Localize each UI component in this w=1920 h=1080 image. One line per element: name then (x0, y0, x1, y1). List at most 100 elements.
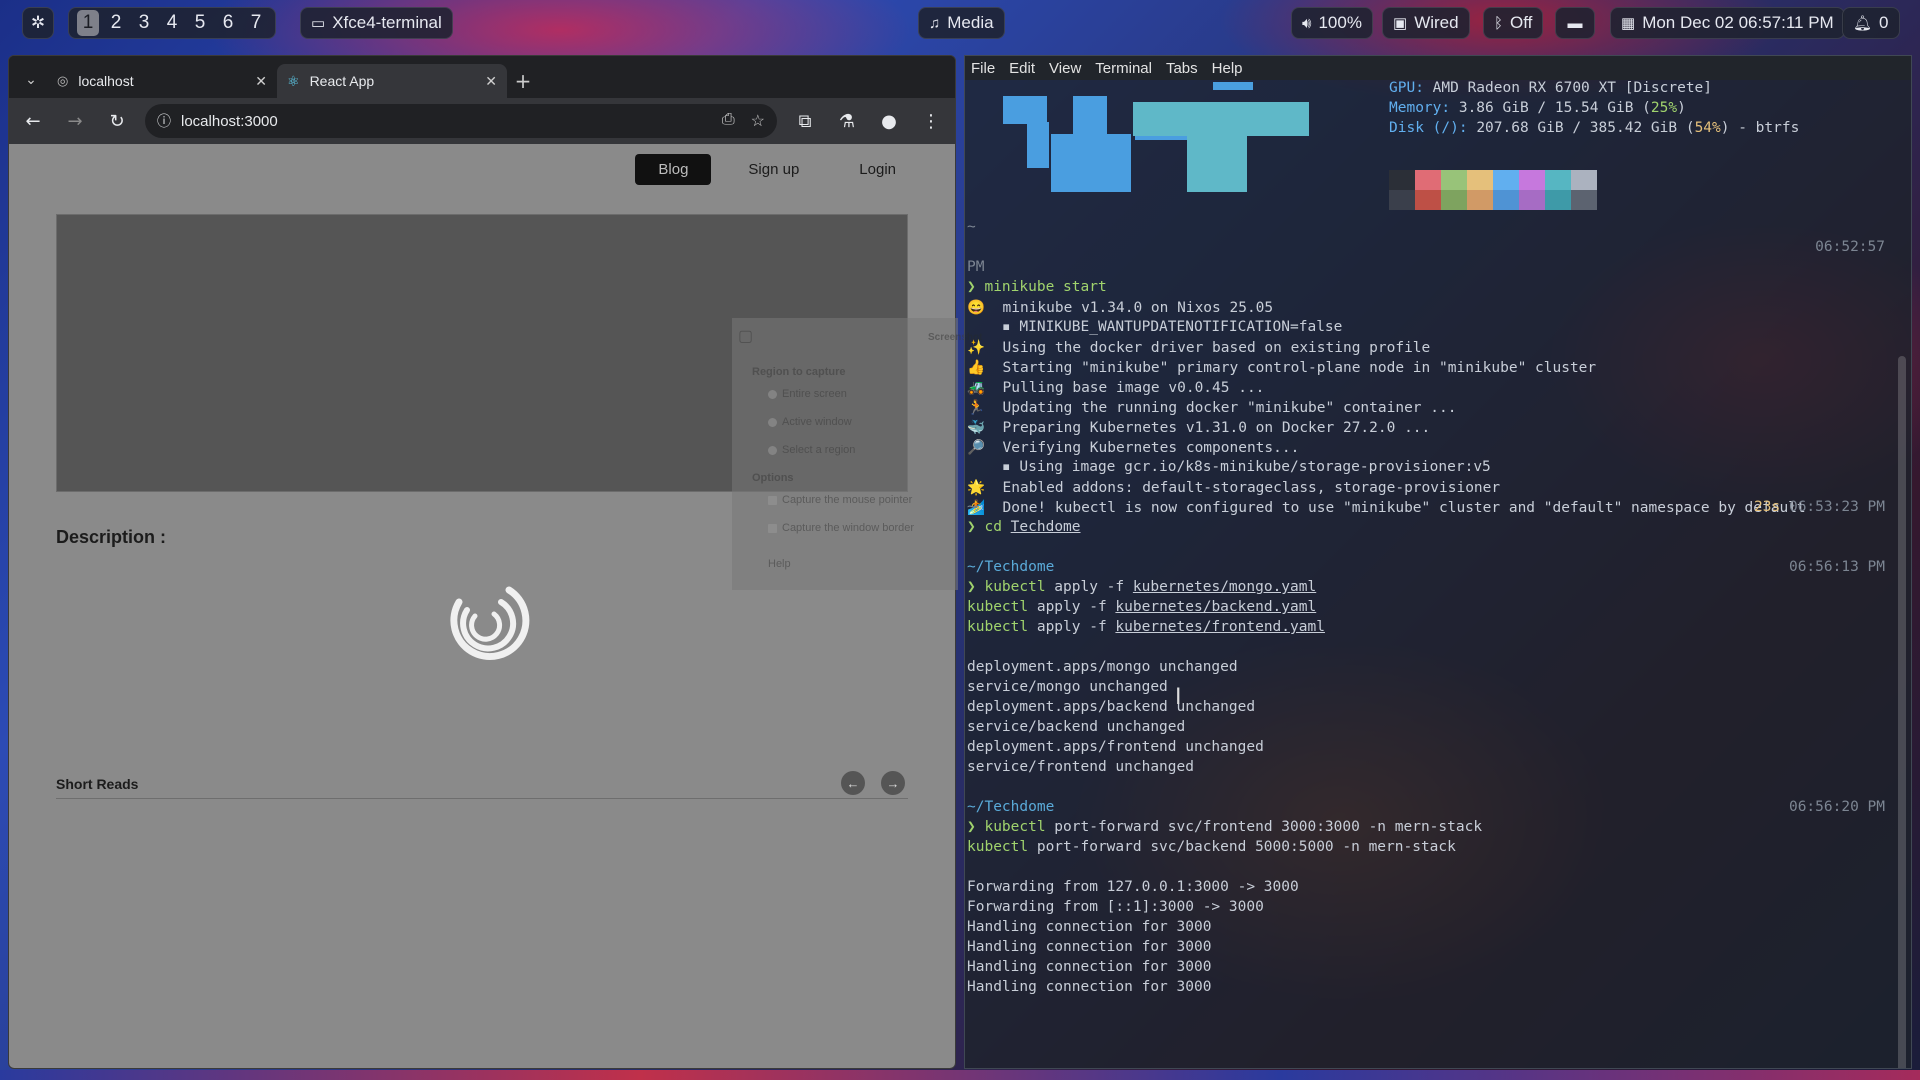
workspace-5[interactable]: 5 (189, 10, 211, 36)
media-label: Media (947, 13, 994, 32)
menu-terminal[interactable]: Terminal (1095, 60, 1152, 77)
next-button[interactable]: → (881, 771, 905, 795)
bluetooth-button[interactable]: ᛒ Off (1483, 7, 1544, 39)
login-link[interactable]: Login (836, 154, 919, 185)
monitor-network-icon: ▣ (1393, 15, 1408, 32)
command-line: ❯ kubectl apply -f kubernetes/mongo.yaml (967, 579, 1317, 595)
screenshot-icon: ▢ (738, 328, 754, 345)
page-viewport: Blog Sign up Login Description : Short R… (9, 144, 955, 1068)
star-icon[interactable]: ☆ (751, 111, 765, 131)
terminal-output[interactable]: GPU: AMD Radeon RX 6700 XT [Discrete] Me… (965, 80, 1911, 1068)
region-heading: Region to capture (752, 366, 846, 378)
clock-button[interactable]: ▦ Mon Dec 02 06:57:11 PM (1610, 7, 1845, 39)
color-swatch (1519, 190, 1545, 210)
options-heading: Options (752, 472, 794, 484)
labs-button[interactable]: ⚗ (833, 107, 861, 135)
globe-icon: ◎ (57, 73, 69, 88)
color-swatch (1415, 170, 1441, 190)
profile-button[interactable]: ● (875, 107, 903, 135)
wallpaper-strip (0, 1070, 1920, 1080)
install-app-icon[interactable]: ⎙ (722, 111, 735, 131)
menu-view[interactable]: View (1049, 60, 1081, 77)
prompt-cwd: ~ (967, 499, 976, 515)
close-icon[interactable]: ✕ (255, 73, 267, 90)
settings-button[interactable]: ✲ (22, 7, 54, 39)
menu-button[interactable]: ⋮ (917, 107, 945, 135)
output-line: service/frontend unchanged (967, 759, 1194, 775)
reload-icon: ↻ (109, 110, 125, 132)
notifications-button[interactable]: 🔔︎ 0 (1842, 7, 1900, 39)
radio-icon (768, 446, 777, 455)
workspace-7[interactable]: 7 (245, 10, 267, 36)
loading-spinner-icon (450, 586, 530, 660)
output-line: ▪ MINIKUBE_WANTUPDATENOTIFICATION=false (967, 319, 1343, 335)
reload-button[interactable]: ↻ (103, 107, 131, 135)
option-mouse-pointer: Capture the mouse pointer (782, 494, 913, 506)
clock-label: Mon Dec 02 06:57:11 PM (1642, 13, 1834, 32)
option-entire-screen: Entire screen (782, 388, 847, 400)
prompt-cwd: ~ (967, 219, 976, 235)
checkbox-icon (768, 496, 777, 505)
color-swatch (1493, 170, 1519, 190)
omnibox-actions: ⎙ ☆ (722, 111, 765, 131)
tab-localhost[interactable]: ◎ localhost ✕ (47, 64, 277, 98)
active-window-title[interactable]: ▭ Xfce4-terminal (300, 7, 453, 39)
menu-file[interactable]: File (971, 60, 995, 77)
output-line: 😄 minikube v1.34.0 on Nixos 25.05 (967, 300, 1274, 316)
gear-icon: ✲ (30, 13, 46, 32)
output-line: Forwarding from 127.0.0.1:3000 -> 3000 (967, 879, 1299, 895)
output-line: Forwarding from [::1]:3000 -> 3000 (967, 899, 1264, 915)
color-swatch (1389, 170, 1415, 190)
output-line: deployment.apps/backend unchanged (967, 699, 1256, 715)
blog-link[interactable]: Blog (635, 154, 712, 185)
speaker-icon: 🔊︎ (1302, 14, 1312, 32)
output-line: 🔎 Verifying Kubernetes components... (967, 440, 1300, 456)
prompt-cwd: ~/Techdome (967, 559, 1055, 575)
workspace-2[interactable]: 2 (105, 10, 127, 36)
workspace-6[interactable]: 6 (217, 10, 239, 36)
tab-react-app[interactable]: ⚛ React App ✕ (277, 64, 507, 98)
output-line: 🐳 Preparing Kubernetes v1.31.0 on Docker… (967, 420, 1431, 436)
prompt-time: 23s 06:53:23 PM (1754, 499, 1885, 515)
signup-link[interactable]: Sign up (725, 154, 822, 185)
person-icon: ● (881, 110, 897, 132)
bell-icon: 🔔︎ (1853, 15, 1873, 32)
new-tab-button[interactable]: + (507, 64, 539, 98)
navigation-bar: ← → ↻ ⓘ localhost:3000 ⎙ ☆ ⧉ ⚗ ● ⋮ (9, 98, 955, 144)
address-bar[interactable]: ⓘ localhost:3000 ⎙ ☆ (145, 104, 777, 138)
prompt-cwd: ~/Techdome (967, 799, 1055, 815)
forward-button[interactable]: → (61, 107, 89, 135)
workspace-4[interactable]: 4 (161, 10, 183, 36)
color-swatch (1441, 170, 1467, 190)
media-button[interactable]: ♫ Media (918, 7, 1005, 39)
color-swatch (1389, 190, 1415, 210)
command-line: kubectl apply -f kubernetes/frontend.yam… (967, 619, 1325, 635)
tab-search-button[interactable]: ⌄ (15, 62, 47, 98)
workspace-1[interactable]: 1 (77, 10, 99, 36)
menu-help[interactable]: Help (1212, 60, 1243, 77)
close-icon[interactable]: ✕ (485, 73, 497, 90)
workspace-3[interactable]: 3 (133, 10, 155, 36)
terminal-menubar: File Edit View Terminal Tabs Help (965, 56, 1911, 80)
bluetooth-icon: ᛒ (1494, 14, 1504, 32)
prev-button[interactable]: ← (841, 771, 865, 795)
scrollbar[interactable] (1898, 356, 1906, 1068)
tab-title: localhost (78, 73, 134, 89)
prompt-time: 06:52:57 (1815, 239, 1885, 255)
command-line: kubectl apply -f kubernetes/backend.yaml (967, 599, 1317, 615)
extensions-button[interactable]: ⧉ (791, 107, 819, 135)
arrow-left-icon: ← (846, 775, 860, 791)
network-button[interactable]: ▣ Wired (1382, 7, 1470, 39)
kebab-menu-icon: ⋮ (922, 110, 940, 132)
arrow-right-icon: → (67, 110, 83, 132)
menu-edit[interactable]: Edit (1009, 60, 1035, 77)
output-line: 🌟 Enabled addons: default-storageclass, … (967, 480, 1501, 496)
menu-tabs[interactable]: Tabs (1166, 60, 1198, 77)
command-line: ❯ kubectl port-forward svc/frontend 3000… (967, 819, 1483, 835)
back-button[interactable]: ← (19, 107, 47, 135)
output-line: ▪ Using image gcr.io/k8s-minikube/storag… (967, 459, 1491, 475)
screen-button[interactable]: ▬ (1555, 7, 1595, 39)
prompt-time: 06:56:13 PM (1788, 559, 1885, 575)
volume-button[interactable]: 🔊︎ 100% (1291, 7, 1373, 39)
short-reads-heading: Short Reads (56, 776, 139, 792)
